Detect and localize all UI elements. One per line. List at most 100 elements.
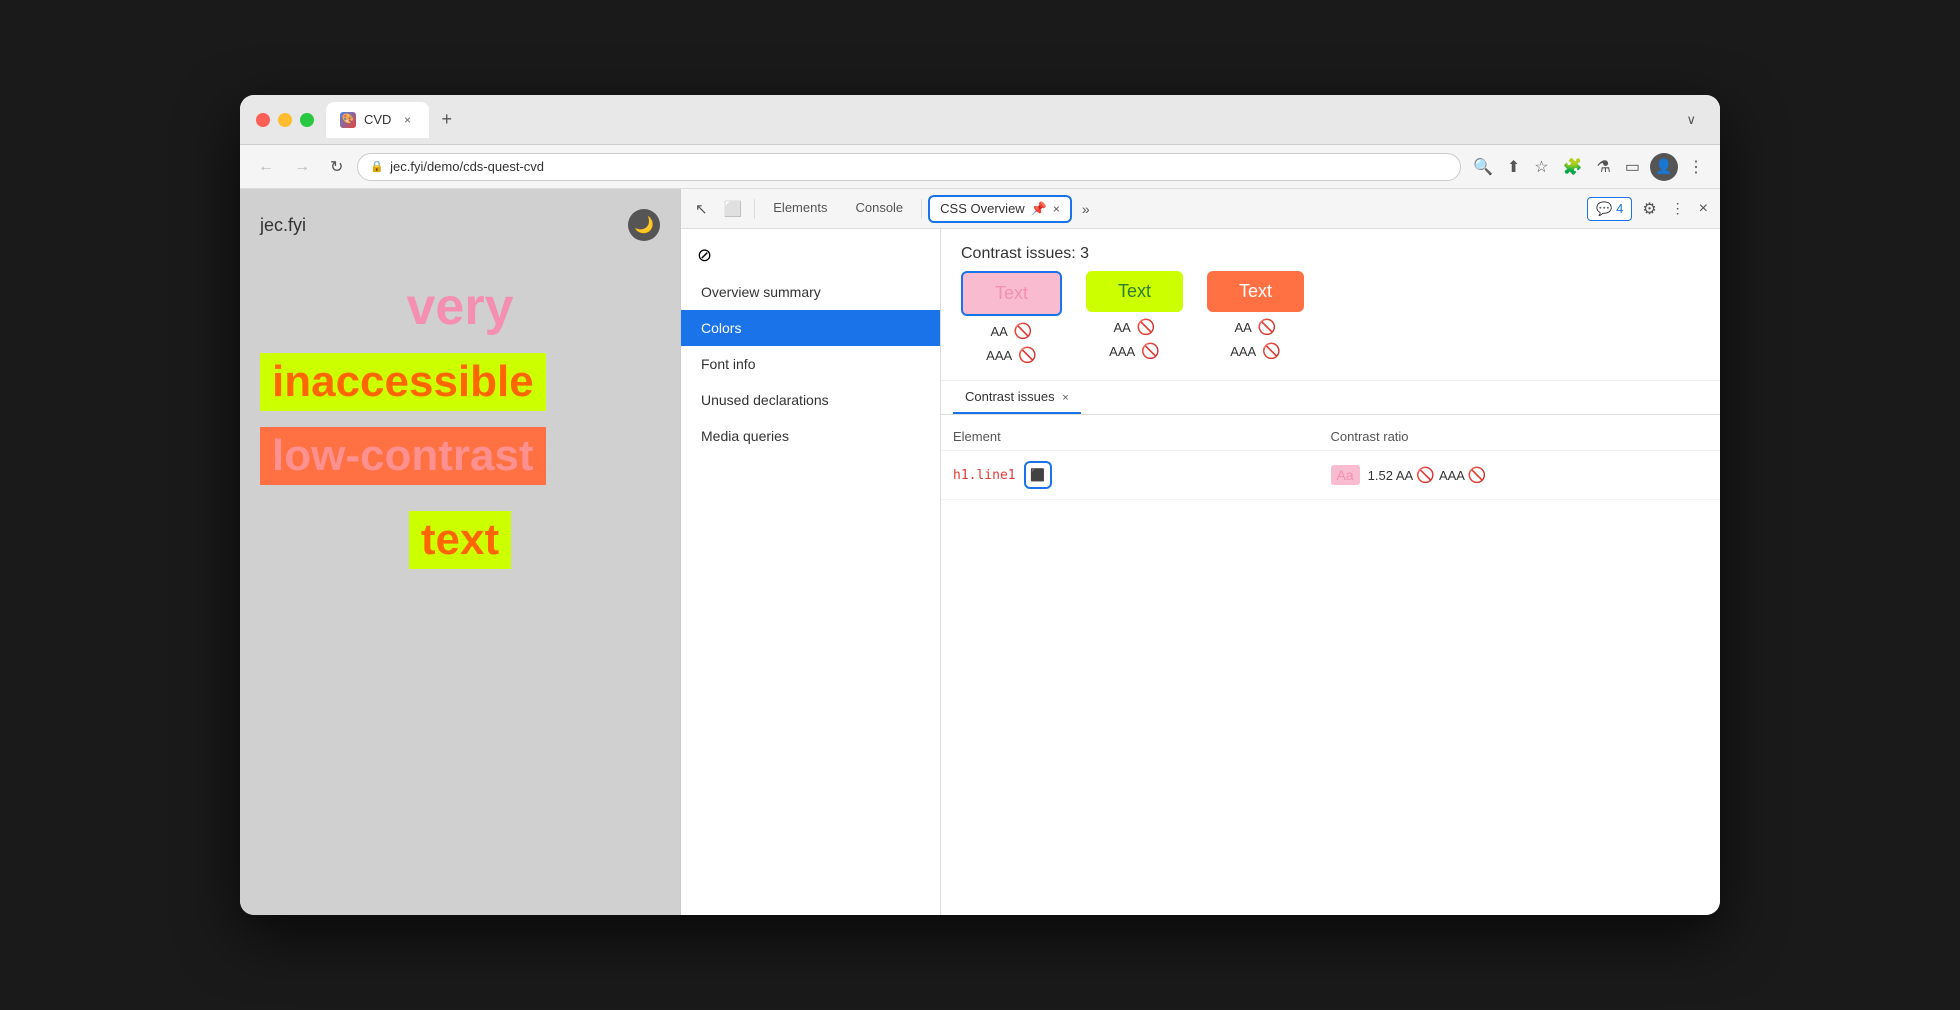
back-button[interactable]: ← bbox=[252, 154, 280, 180]
webpage-area: jec.fyi 🌙 very inaccessible low-contrast… bbox=[240, 189, 680, 915]
active-tab[interactable]: 🎨 CVD × bbox=[326, 102, 429, 138]
tab-close-button[interactable]: × bbox=[399, 112, 415, 128]
badge-label: 💬 4 bbox=[1596, 201, 1623, 217]
share-button[interactable]: ⬆ bbox=[1503, 153, 1524, 181]
element-name: h1.line1 bbox=[953, 468, 1016, 483]
url-text: jec.fyi/demo/cds-quest-cvd bbox=[390, 159, 1448, 174]
sidebar-item-colors[interactable]: Colors bbox=[681, 310, 940, 346]
device-icon: ⬜ bbox=[724, 200, 743, 218]
browser-window: 🎨 CVD × + ∨ ← → ↻ 🔒 jec.fyi/demo/cds-que… bbox=[240, 95, 1720, 915]
contrast-cards: Text AA 🚫 AAA 🚫 bbox=[941, 271, 1720, 381]
table-header: Element Contrast ratio bbox=[941, 423, 1720, 451]
minimize-traffic-light[interactable] bbox=[278, 113, 292, 127]
nav-bar: ← → ↻ 🔒 jec.fyi/demo/cds-quest-cvd 🔍 ⬆ ☆… bbox=[240, 145, 1720, 189]
contrast-card-orange-aaa-row: AAA 🚫 bbox=[1230, 342, 1281, 360]
more-tabs-button[interactable]: ∨ bbox=[1678, 108, 1704, 132]
tab-separator bbox=[754, 199, 755, 219]
dark-mode-button[interactable]: 🌙 bbox=[628, 209, 660, 241]
contrast-issues-tab[interactable]: Contrast issues × bbox=[953, 381, 1081, 414]
tab-css-overview-close[interactable]: × bbox=[1053, 202, 1060, 216]
ratio-cell: Aa 1.52 AA 🚫 AAA 🚫 bbox=[1331, 465, 1709, 485]
aa-sample: Aa bbox=[1331, 465, 1360, 485]
contrast-card-pink-aa-row: AA 🚫 bbox=[990, 322, 1032, 340]
bookmark-button[interactable]: ☆ bbox=[1530, 153, 1552, 181]
word-text: text bbox=[409, 511, 511, 569]
lock-icon: 🔒 bbox=[370, 160, 384, 173]
tab-console[interactable]: Console bbox=[843, 194, 915, 223]
search-button[interactable]: 🔍 bbox=[1469, 153, 1497, 181]
address-bar[interactable]: 🔒 jec.fyi/demo/cds-quest-cvd bbox=[357, 153, 1461, 181]
table-row: h1.line1 ⬛ Aa 1.52 bbox=[941, 451, 1720, 500]
word-inaccessible: inaccessible bbox=[260, 353, 546, 411]
lab-button[interactable]: ⚗ bbox=[1593, 153, 1615, 181]
ratio-value: 1.52 AA 🚫 AAA 🚫 bbox=[1368, 466, 1487, 484]
contrast-card-orange-aa-row: AA 🚫 bbox=[1235, 318, 1277, 336]
nav-actions: 🔍 ⬆ ☆ 🧩 ⚗ ▭ 👤 ⋮ bbox=[1469, 153, 1708, 181]
sidebar-item-media-queries[interactable]: Media queries bbox=[681, 418, 940, 454]
bottom-tabs: Contrast issues × bbox=[941, 381, 1720, 415]
no-icon-aaa: 🚫 bbox=[1018, 346, 1037, 364]
close-traffic-light[interactable] bbox=[256, 113, 270, 127]
block-icon: ⊘ bbox=[697, 245, 712, 265]
forward-button[interactable]: → bbox=[288, 154, 316, 180]
forward-icon: → bbox=[294, 158, 310, 176]
refresh-icon: ↻ bbox=[330, 157, 343, 177]
devtools-close-button[interactable]: × bbox=[1695, 196, 1712, 222]
sidebar-block-icon: ⊘ bbox=[681, 237, 940, 274]
sidebar-item-unused-declarations[interactable]: Unused declarations bbox=[681, 382, 940, 418]
contrast-card-pink-aaa-row: AAA 🚫 bbox=[986, 346, 1037, 364]
devtools-device-button[interactable]: ⬜ bbox=[718, 196, 749, 222]
traffic-lights bbox=[256, 113, 314, 127]
devtools-inspect-button[interactable]: ↖ bbox=[689, 196, 714, 222]
word-low-contrast: low-contrast bbox=[260, 427, 546, 485]
tab-favicon: 🎨 bbox=[340, 112, 356, 128]
extensions-button[interactable]: 🧩 bbox=[1559, 153, 1587, 181]
more-options-button[interactable]: ⋮ bbox=[1684, 153, 1708, 181]
contrast-table: Element Contrast ratio h1.line1 ⬛ bbox=[941, 415, 1720, 508]
contrast-issues-header: Contrast issues: 3 bbox=[941, 229, 1720, 271]
tab-separator-2 bbox=[921, 199, 922, 219]
pin-icon: 📌 bbox=[1031, 201, 1047, 217]
more-devtools-tabs-button[interactable]: » bbox=[1076, 197, 1096, 221]
devtools-panel: ↖ ⬜ Elements Console CSS Overview 📌 × bbox=[680, 189, 1720, 915]
devtools-toolbar: ↖ ⬜ Elements Console CSS Overview 📌 × bbox=[681, 189, 1720, 229]
sidebar-button[interactable]: ▭ bbox=[1621, 153, 1644, 181]
devtools-more-button[interactable]: ⋮ bbox=[1667, 196, 1689, 221]
word-very: very bbox=[260, 277, 660, 337]
sidebar-item-font-info[interactable]: Font info bbox=[681, 346, 940, 382]
no-icon-aaa-orange: 🚫 bbox=[1262, 342, 1281, 360]
devtools-badge-button[interactable]: 💬 4 bbox=[1587, 197, 1632, 221]
no-icon-aaa-yellow: 🚫 bbox=[1141, 342, 1160, 360]
devtools-bottom-panel: Contrast issues × Element Contrast ratio bbox=[941, 381, 1720, 915]
tab-elements[interactable]: Elements bbox=[761, 194, 839, 223]
contrast-card-orange: Text AA 🚫 AAA 🚫 bbox=[1207, 271, 1304, 364]
devtools-body: ⊘ Overview summary Colors Font info Unus… bbox=[681, 229, 1720, 915]
ratio-aa-icon: 🚫 bbox=[1416, 467, 1439, 484]
locate-icon: ⬛ bbox=[1030, 468, 1045, 482]
devtools-right-actions: 💬 4 ⚙ ⋮ × bbox=[1587, 195, 1712, 223]
locate-element-button[interactable]: ⬛ bbox=[1024, 461, 1052, 489]
no-icon-aa-orange: 🚫 bbox=[1258, 318, 1277, 336]
contrast-card-orange-button[interactable]: Text bbox=[1207, 271, 1304, 312]
contrast-card-yellow-aaa-row: AAA 🚫 bbox=[1109, 342, 1160, 360]
back-icon: ← bbox=[258, 158, 274, 176]
tab-css-overview[interactable]: CSS Overview 📌 × bbox=[928, 195, 1072, 223]
profile-button[interactable]: 👤 bbox=[1650, 153, 1678, 181]
column-ratio-header: Contrast ratio bbox=[1331, 429, 1709, 444]
contrast-card-pink-button[interactable]: Text bbox=[961, 271, 1062, 316]
devtools-settings-button[interactable]: ⚙ bbox=[1638, 195, 1660, 223]
sidebar-item-overview-summary[interactable]: Overview summary bbox=[681, 274, 940, 310]
no-icon-aa: 🚫 bbox=[1014, 322, 1033, 340]
devtools-main-panel: Contrast issues: 3 Text AA 🚫 bbox=[941, 229, 1720, 915]
tab-css-overview-label: CSS Overview bbox=[940, 201, 1025, 216]
element-cell: h1.line1 ⬛ bbox=[953, 461, 1331, 489]
refresh-button[interactable]: ↻ bbox=[324, 153, 349, 181]
contrast-issues-tab-close[interactable]: × bbox=[1062, 392, 1068, 404]
devtools-sidebar: ⊘ Overview summary Colors Font info Unus… bbox=[681, 229, 941, 915]
inspect-icon: ↖ bbox=[695, 200, 708, 218]
main-content: jec.fyi 🌙 very inaccessible low-contrast… bbox=[240, 189, 1720, 915]
contrast-card-yellow: Text AA 🚫 AAA 🚫 bbox=[1086, 271, 1183, 364]
contrast-card-yellow-button[interactable]: Text bbox=[1086, 271, 1183, 312]
maximize-traffic-light[interactable] bbox=[300, 113, 314, 127]
new-tab-button[interactable]: + bbox=[433, 105, 460, 134]
